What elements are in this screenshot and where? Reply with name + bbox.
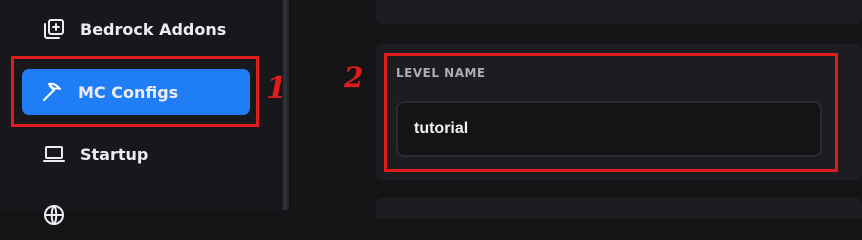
divider-shadow [287, 0, 289, 210]
app-window: Bedrock Addons MC Configs Startup LEVEL … [0, 0, 862, 225]
sidebar-item-bedrock-addons[interactable]: Bedrock Addons [22, 6, 250, 52]
laptop-icon [42, 142, 66, 166]
annotation-box-1 [11, 56, 259, 127]
annotation-number-2: 2 [344, 61, 364, 94]
globe-icon [42, 203, 66, 227]
sidebar-item-label: Startup [80, 144, 149, 164]
add-box-icon [42, 17, 66, 41]
sidebar-item-startup[interactable]: Startup [22, 131, 250, 177]
annotation-number-1: 1 [266, 71, 287, 106]
next-setting-card [376, 198, 862, 218]
previous-setting-card [376, 0, 862, 24]
annotation-box-2 [384, 53, 838, 172]
sidebar-item-label: Bedrock Addons [80, 19, 227, 39]
sidebar-item-network[interactable] [22, 192, 250, 238]
